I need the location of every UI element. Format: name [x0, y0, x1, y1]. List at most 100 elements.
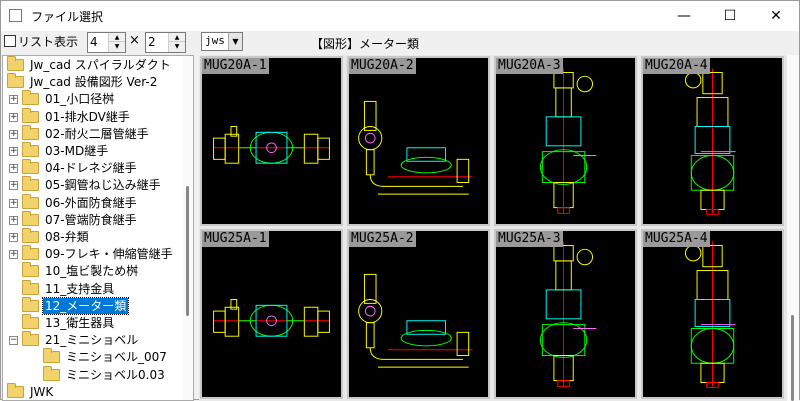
expand-icon[interactable]: +	[9, 215, 18, 225]
extension-value: jws	[205, 34, 225, 47]
thumbnail-label: MUG25A-1	[202, 231, 269, 247]
tree-item-label[interactable]: 13_衛生器具	[43, 315, 116, 331]
tree-item-label[interactable]: 03-MD継手	[43, 143, 110, 159]
title-bar: ファイル選択 — ☐ ✕	[1, 1, 799, 31]
list-view-checkbox[interactable]	[4, 35, 16, 47]
tree-item-label[interactable]: 12_メーター類	[41, 296, 130, 315]
tree-item[interactable]: ミニショベル_007	[3, 348, 183, 366]
cad-drawing-preview	[358, 273, 473, 368]
tree-item[interactable]: JWK	[3, 382, 183, 400]
folder-icon	[22, 314, 39, 329]
tree-item-label[interactable]: 09-フレキ・伸縮管継手	[43, 246, 175, 262]
folder-icon	[43, 348, 60, 364]
minimize-button[interactable]: —	[661, 1, 707, 31]
thumbnail-cell[interactable]: MUG25A-3	[494, 229, 637, 399]
app-icon	[9, 9, 22, 22]
expand-icon[interactable]: +	[9, 95, 18, 105]
chevron-down-icon[interactable]: ▼	[228, 33, 242, 50]
tree-item-label[interactable]: 08-弁類	[43, 229, 91, 245]
expand-icon[interactable]: +	[9, 250, 18, 260]
rows-down-icon[interactable]: ▼	[169, 42, 185, 51]
tree-item[interactable]: +09-フレキ・伸縮管継手	[3, 245, 183, 263]
tree-item[interactable]: − 21_ミニショベル	[3, 331, 183, 349]
cad-drawing-preview	[539, 68, 597, 214]
tree-item-label[interactable]: 04-ドレネジ継手	[43, 160, 139, 176]
tree-item[interactable]: +02-耐火二層管継手	[3, 124, 183, 143]
expand-icon[interactable]: +	[9, 164, 18, 174]
expand-icon[interactable]: +	[9, 147, 18, 156]
expand-icon[interactable]: +	[9, 129, 18, 139]
tree-item-label[interactable]: 07-管端防食継手	[43, 212, 139, 228]
rows-up-icon[interactable]: ▲	[169, 33, 185, 42]
tree-item-label[interactable]: 11_支持金具	[43, 281, 116, 297]
collapse-icon[interactable]: −	[9, 336, 18, 346]
tree-item-label[interactable]: 10_塩ビ製ため桝	[43, 263, 140, 279]
tree-item[interactable]: +07-管端防食継手	[3, 210, 183, 229]
thumbnail-cell[interactable]: MUG20A-2	[347, 56, 490, 226]
expand-icon[interactable]: +	[9, 198, 18, 208]
expand-icon[interactable]: +	[9, 181, 18, 191]
thumbnail-cell[interactable]: MUG20A-4	[641, 56, 784, 226]
cad-drawing-preview	[213, 126, 330, 164]
tree-item-label[interactable]: 01-排水DV継手	[43, 109, 132, 125]
columns-value[interactable]: 4	[90, 35, 98, 49]
tree-item[interactable]: +04-ドレネジ継手	[3, 159, 183, 177]
columns-spinner[interactable]: 4 ▲ ▼	[87, 32, 126, 53]
thumbnail-label: MUG20A-2	[349, 58, 416, 74]
tree-item[interactable]: ミニショベル0.03	[3, 365, 183, 384]
thumbnail-grid: MUG20A-1 MUG20A-2 MUG20A-3 MUG20A-4 MUG2…	[199, 55, 789, 401]
tree-item-label[interactable]: 21_ミニショベル	[43, 332, 140, 348]
thumbnail-cell[interactable]: MUG20A-1	[200, 56, 343, 226]
tree-item[interactable]: +08-弁類	[3, 228, 183, 246]
tree-item[interactable]: Jw_cad スパイラルダクト	[3, 56, 183, 74]
tree-item[interactable]: +03-MD継手	[3, 142, 183, 160]
tree-item-label[interactable]: ミニショベル_007	[64, 349, 169, 365]
tree-item[interactable]: 12_メーター類	[3, 296, 183, 315]
expand-icon[interactable]: +	[9, 233, 18, 242]
cad-drawing-preview	[213, 299, 330, 337]
expand-icon[interactable]: +	[9, 112, 18, 122]
thumbnail-cell[interactable]: MUG20A-3	[494, 56, 637, 226]
tree-item-label[interactable]: 01_小口径桝	[43, 91, 116, 107]
thumbnail-cell[interactable]: MUG25A-1	[200, 229, 343, 399]
tree-scroll-thumb[interactable]	[186, 186, 189, 316]
tree-item-label[interactable]: 02-耐火二層管継手	[43, 126, 151, 142]
thumbnail-label: MUG20A-1	[202, 58, 269, 74]
rows-spinner[interactable]: 2 ▲ ▼	[145, 32, 186, 53]
tree-item-label[interactable]: Jw_cad スパイラルダクト	[28, 57, 173, 73]
tree-item-label[interactable]: Jw_cad 設備図形 Ver-2	[28, 74, 159, 90]
thumbnail-cell[interactable]: MUG25A-4	[641, 229, 784, 399]
close-button[interactable]: ✕	[753, 1, 799, 31]
extension-select[interactable]: jws ▼	[201, 32, 243, 51]
tree-item[interactable]: +01-排水DV継手	[3, 107, 183, 126]
rows-value[interactable]: 2	[148, 35, 156, 49]
tree-item[interactable]: Jw_cad 設備図形 Ver-2	[3, 73, 183, 91]
folder-icon	[22, 279, 39, 295]
maximize-button[interactable]: ☐	[707, 1, 753, 31]
tree-item-label[interactable]: 05-鋼管ねじ込み継手	[43, 177, 163, 193]
thumbnail-cell[interactable]: MUG25A-2	[347, 229, 490, 399]
tree-item[interactable]: 10_塩ビ製ため桝	[3, 262, 183, 280]
thumbnail-label: MUG20A-3	[496, 58, 563, 74]
tree-item[interactable]: 11_支持金具	[3, 279, 183, 298]
folder-tree[interactable]: Jw_cad スパイラルダクト Jw_cad 設備図形 Ver-2 +01_小口径桝…	[2, 55, 194, 401]
grid-scroll-thumb[interactable]	[791, 315, 794, 401]
folder-icon	[22, 193, 39, 209]
tree-item[interactable]: +06-外面防食継手	[3, 193, 183, 212]
tree-scrollbar[interactable]	[183, 56, 193, 400]
tree-item-label[interactable]: ミニショベル0.03	[64, 367, 167, 383]
folder-icon	[7, 73, 24, 89]
tree-item-label[interactable]: JWK	[28, 384, 55, 400]
folder-icon	[22, 90, 39, 106]
tree-item[interactable]: +01_小口径桝	[3, 90, 183, 108]
columns-up-icon[interactable]: ▲	[109, 33, 125, 42]
columns-down-icon[interactable]: ▼	[109, 42, 125, 51]
list-view-label: リスト表示	[18, 35, 79, 49]
grid-scrollbar[interactable]	[787, 55, 799, 401]
tree-item[interactable]: 13_衛生器具	[3, 314, 183, 332]
folder-icon	[22, 159, 39, 175]
tree-item[interactable]: +05-鋼管ねじ込み継手	[3, 176, 183, 194]
category-label: 【図形】メーター類	[311, 37, 420, 51]
times-sign: ×	[129, 33, 140, 48]
tree-item-label[interactable]: 06-外面防食継手	[43, 195, 139, 211]
